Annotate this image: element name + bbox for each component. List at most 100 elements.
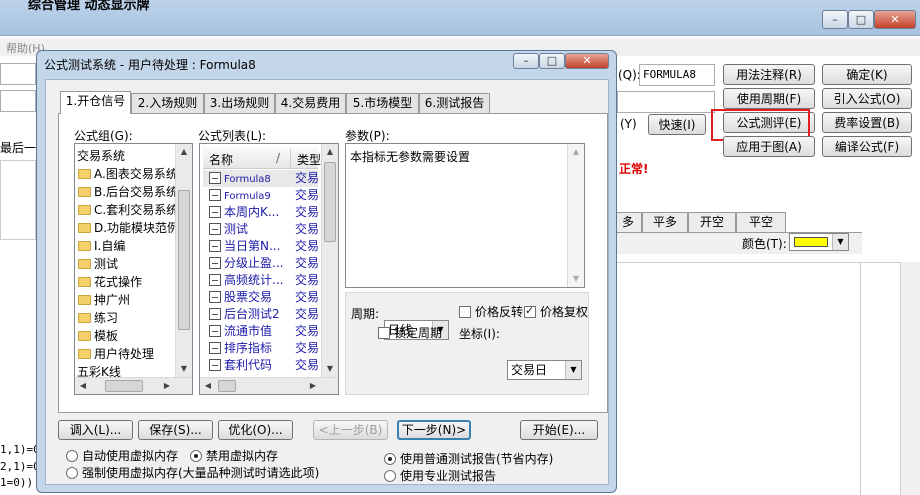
- scroll-right-icon[interactable]: ▶: [159, 378, 175, 394]
- dialog-maximize-button[interactable]: □: [539, 53, 565, 69]
- dialog-close-button[interactable]: ✕: [565, 53, 609, 69]
- group-item[interactable]: B.后台交易系统: [75, 183, 178, 201]
- column-type[interactable]: 类型: [297, 151, 321, 168]
- save-button[interactable]: 保存(S)...: [138, 420, 213, 440]
- group-hscroll[interactable]: ◀ ▶: [75, 377, 192, 394]
- quick-button[interactable]: 快速(I): [648, 114, 706, 135]
- formula-item[interactable]: 本周内K... 交易: [203, 204, 319, 221]
- import-formula-button[interactable]: 引入公式(O): [822, 88, 912, 109]
- hscroll-thumb[interactable]: [105, 380, 143, 392]
- group-item-label: 练习: [94, 311, 119, 325]
- group-item[interactable]: 抻广州: [75, 291, 175, 309]
- prev-step-button[interactable]: <上一步(B): [313, 420, 388, 440]
- tab-open-signal[interactable]: 1.开仓信号: [60, 91, 131, 114]
- formula-name-field[interactable]: FORMULA8: [639, 64, 715, 86]
- tab-market-model[interactable]: 5.市场模型: [346, 93, 419, 113]
- formula-item[interactable]: 股票交易 交易: [203, 289, 319, 306]
- group-item[interactable]: A.图表交易系统: [75, 165, 178, 183]
- scroll-thumb[interactable]: [178, 190, 190, 330]
- scroll-down-icon[interactable]: ▼: [176, 361, 192, 377]
- hscroll-thumb[interactable]: [218, 380, 236, 392]
- scroll-thumb[interactable]: [324, 162, 336, 242]
- list-hscroll[interactable]: ◀ ▶: [200, 377, 338, 394]
- color-select[interactable]: ▼: [789, 233, 849, 251]
- price-invert-checkbox[interactable]: 价格反转: [459, 303, 523, 320]
- close-button[interactable]: ✕: [874, 10, 916, 29]
- usage-notes-button[interactable]: 用法注释(R): [723, 64, 815, 85]
- dialog-minimize-button[interactable]: –: [513, 53, 539, 69]
- background-scrollbar[interactable]: [900, 262, 920, 495]
- memory-auto-radio[interactable]: 自动使用虚拟内存: [66, 447, 178, 464]
- formula-item[interactable]: Formula8 交易: [203, 170, 319, 187]
- formula-item[interactable]: 测试 交易: [203, 221, 319, 238]
- formula-item[interactable]: 排序指标 交易: [203, 340, 319, 357]
- next-step-button[interactable]: 下一步(N)>: [397, 420, 471, 440]
- group-item[interactable]: D.功能模块范例: [75, 219, 179, 237]
- tab-entry-rules[interactable]: 2.入场规则: [131, 93, 204, 113]
- scroll-left-icon[interactable]: ◀: [75, 378, 91, 394]
- edit-formula-button[interactable]: 编译公式(F): [822, 136, 912, 157]
- report-normal-radio[interactable]: 使用普通测试报告(节省内存): [384, 450, 553, 467]
- group-item-label: 用户待处理: [94, 347, 155, 361]
- scroll-down-icon[interactable]: ▼: [322, 361, 338, 377]
- scroll-down-icon[interactable]: ▼: [568, 271, 584, 287]
- formula-item[interactable]: Formula9 交易: [203, 187, 319, 204]
- tab-trade-fees[interactable]: 4.交易费用: [275, 93, 346, 113]
- background-left-field-2[interactable]: [0, 90, 36, 112]
- code-line-3: 1=0)): [0, 476, 34, 489]
- params-vscroll[interactable]: ▲ ▼: [567, 144, 584, 287]
- formula-item[interactable]: 后台测试2 交易: [203, 306, 319, 323]
- price-restore-checkbox[interactable]: 价格复权: [524, 303, 588, 320]
- scroll-up-icon[interactable]: ▲: [176, 144, 192, 160]
- scroll-right-icon[interactable]: ▶: [305, 378, 321, 394]
- group-item[interactable]: I.自编: [75, 237, 175, 255]
- confirm-button[interactable]: 确定(K): [822, 64, 912, 85]
- group-item[interactable]: 花式操作: [75, 273, 175, 291]
- memory-force-radio[interactable]: 强制使用虚拟内存(大量品种测试时请选此项): [66, 464, 319, 481]
- formula-item[interactable]: 分级止盈... 交易: [203, 255, 319, 272]
- group-tree[interactable]: 交易系统 A.图表交易系统 B.后台交易系统 C.套利交易系统 D.功能模块范例 I.自编…: [74, 143, 193, 395]
- group-item[interactable]: 测试: [75, 255, 175, 273]
- usage-period-button[interactable]: 使用周期(F): [723, 88, 815, 109]
- start-button[interactable]: 开始(E)...: [520, 420, 598, 440]
- signal-tab-close-short[interactable]: 平空: [736, 212, 786, 232]
- column-name[interactable]: 名称: [209, 151, 233, 168]
- tab-exit-rules[interactable]: 3.出场规则: [204, 93, 275, 113]
- scroll-up-icon[interactable]: ▲: [568, 144, 584, 160]
- group-item[interactable]: 用户待处理: [75, 345, 175, 363]
- formula-desc-field[interactable]: [617, 91, 715, 113]
- memory-disable-radio[interactable]: 禁用虚拟内存: [190, 447, 278, 464]
- formula-item[interactable]: 当日第N... 交易: [203, 238, 319, 255]
- apply-to-chart-button[interactable]: 应用于图(A): [723, 136, 815, 157]
- group-item[interactable]: 练习: [75, 309, 175, 327]
- lock-period-checkbox[interactable]: 锁定周期: [378, 324, 442, 341]
- formula-item[interactable]: 高频统计... 交易: [203, 272, 319, 289]
- folder-icon: [78, 277, 91, 287]
- group-item[interactable]: 交易系统: [75, 147, 175, 165]
- axis-select[interactable]: 交易日 ▼: [507, 360, 582, 380]
- list-vscroll[interactable]: ▲ ▼: [321, 144, 338, 377]
- formula-name: Formula9: [224, 191, 271, 202]
- formula-item[interactable]: 套利代码 交易: [203, 357, 319, 374]
- fee-setting-button[interactable]: 费率设置(B): [822, 112, 912, 133]
- group-vscroll[interactable]: ▲ ▼: [175, 144, 192, 377]
- group-item[interactable]: 模板: [75, 327, 175, 345]
- report-pro-radio[interactable]: 使用专业测试报告: [384, 467, 496, 484]
- scroll-up-icon[interactable]: ▲: [322, 144, 338, 160]
- signal-tab-short[interactable]: 开空: [688, 212, 736, 232]
- load-button[interactable]: 调入(L)...: [58, 420, 133, 440]
- minimize-button[interactable]: –: [822, 10, 848, 29]
- group-item[interactable]: C.套利交易系统: [75, 201, 178, 219]
- formula-item[interactable]: 流通市值 交易: [203, 323, 319, 340]
- params-box[interactable]: 本指标无参数需要设置 ▲ ▼: [345, 143, 585, 288]
- formula-icon: [209, 274, 221, 286]
- background-left-field[interactable]: [0, 63, 36, 85]
- signal-tab-close-long[interactable]: 平多: [642, 212, 688, 232]
- formula-name: 分级止盈...: [224, 256, 284, 270]
- tab-test-report[interactable]: 6.测试报告: [419, 93, 490, 113]
- scroll-left-icon[interactable]: ◀: [200, 378, 216, 394]
- optimize-button[interactable]: 优化(O)...: [218, 420, 293, 440]
- formula-list[interactable]: 名称 / 类型 Formula8 交易 Formula9 交易 本周内K... 交易 测试交…: [199, 143, 339, 395]
- maximize-button[interactable]: □: [848, 10, 874, 29]
- signal-tab-long[interactable]: 多: [614, 212, 642, 232]
